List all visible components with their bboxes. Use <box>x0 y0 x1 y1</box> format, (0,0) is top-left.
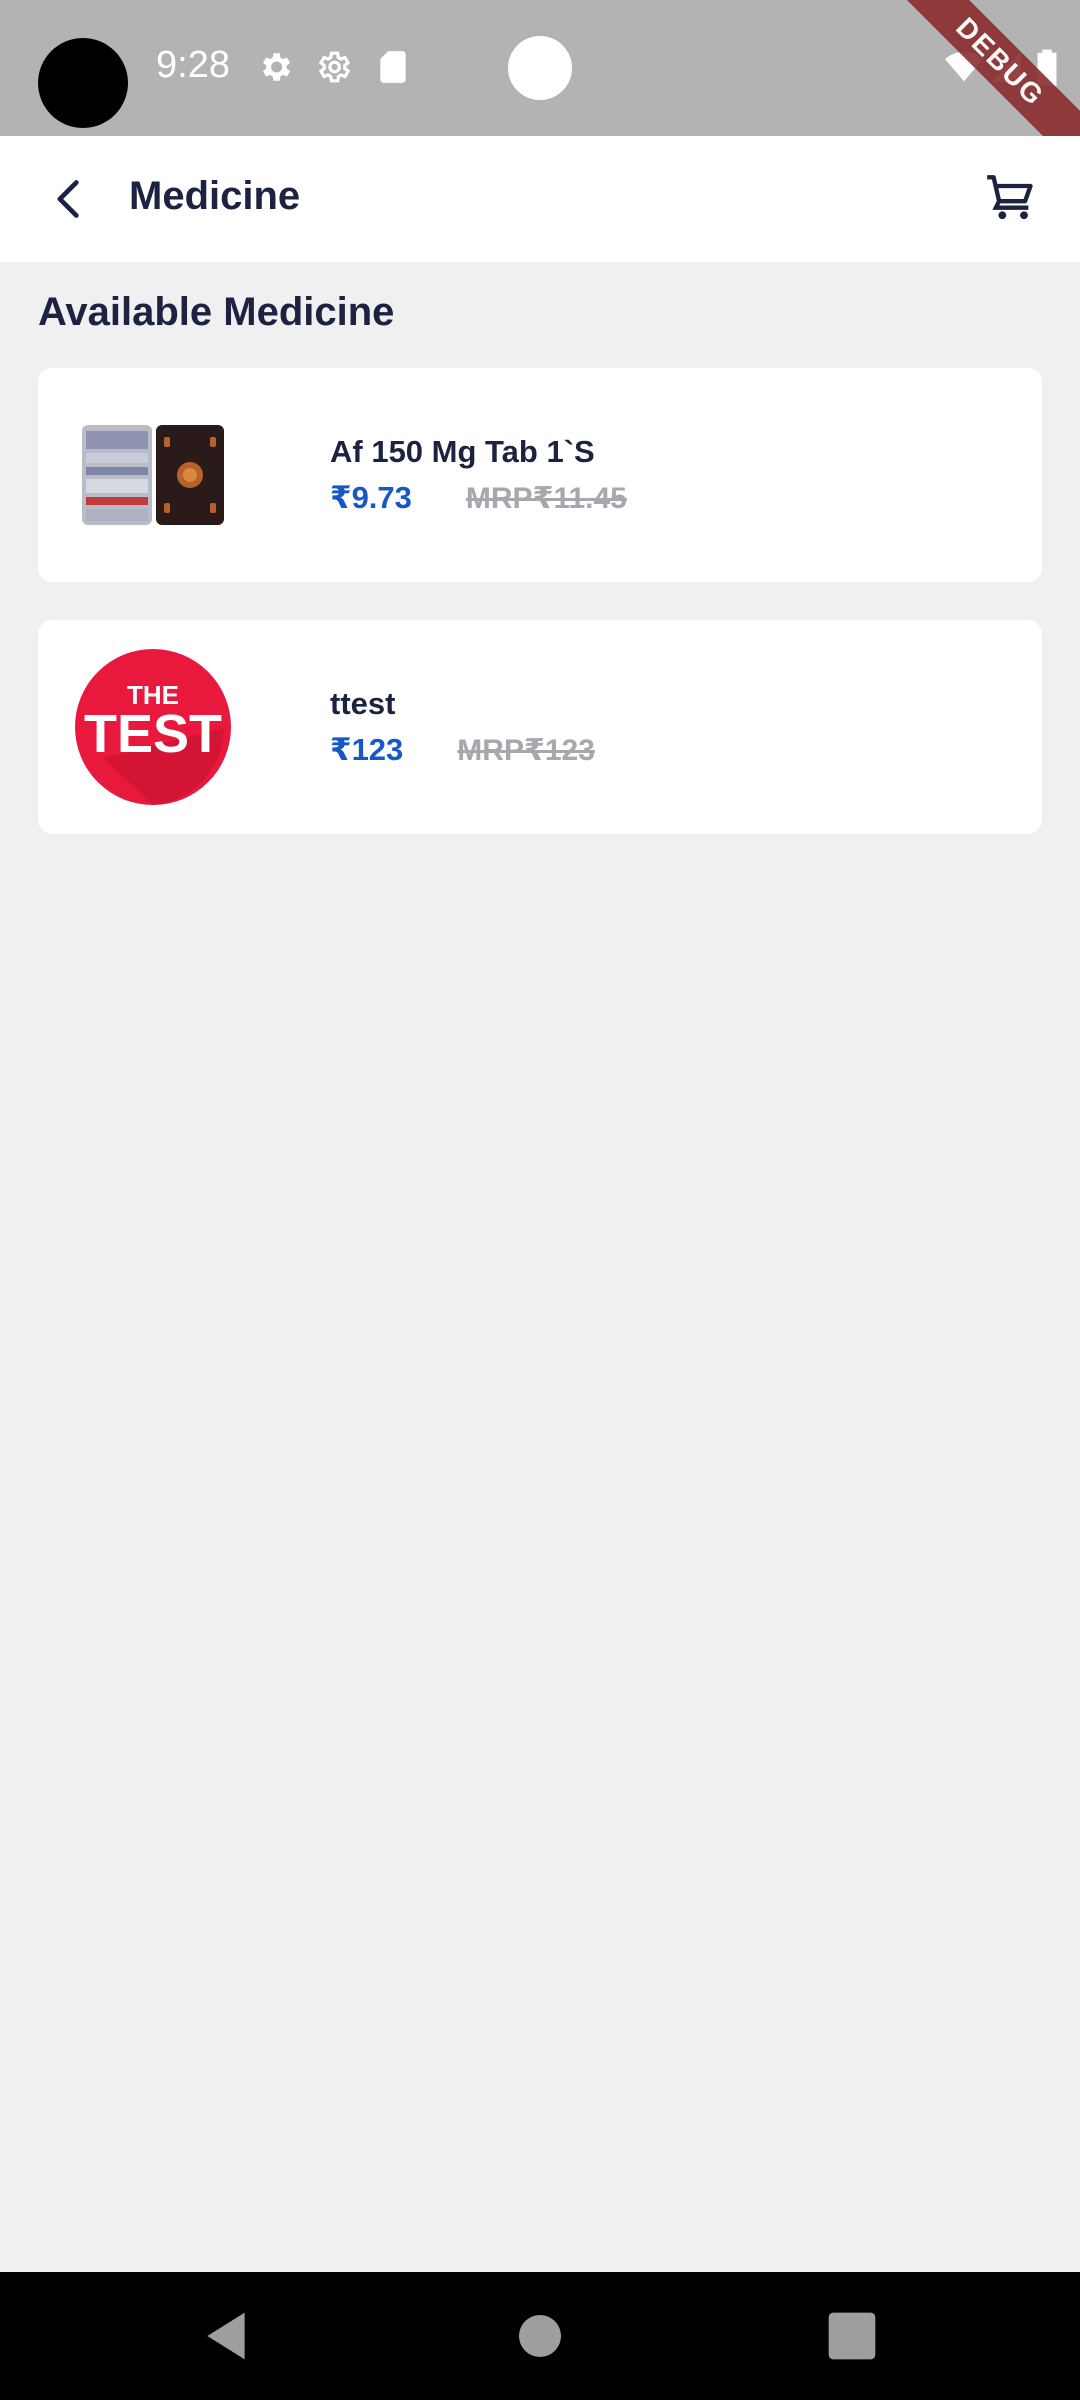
mrp-price: MRP₹11.45 <box>465 482 627 515</box>
mrp-price: MRP₹123 <box>457 734 595 767</box>
price-row: ₹9.73 MRP₹11.45 <box>330 480 627 516</box>
nav-recents-icon[interactable] <box>824 2308 880 2364</box>
sd-card-icon <box>380 51 406 83</box>
cart-icon <box>987 175 1033 220</box>
status-time: 9:28 <box>156 44 230 86</box>
app-bar: Medicine <box>0 136 1080 262</box>
the-test-logo: THE TEST <box>74 648 232 806</box>
notch-indicator <box>508 36 572 100</box>
tablet-strip-image <box>74 396 232 554</box>
medicine-card[interactable]: THE TEST ttest ₹123 MRP₹123 <box>38 620 1042 834</box>
status-bar: 9:28 DEBUG <box>0 0 1080 136</box>
camera-cutout <box>38 38 128 128</box>
medicine-card[interactable]: Af 150 Mg Tab 1`S ₹9.73 MRP₹11.45 <box>38 368 1042 582</box>
price-row: ₹123 MRP₹123 <box>330 732 595 768</box>
system-nav-bar <box>0 2272 1080 2400</box>
nav-home-icon[interactable] <box>512 2308 568 2364</box>
section-title: Available Medicine <box>38 290 395 334</box>
settings-alt-icon <box>318 51 351 83</box>
price: ₹123 <box>330 732 404 767</box>
nav-back-icon[interactable] <box>198 2308 254 2364</box>
back-arrow-icon <box>57 180 79 218</box>
settings-icon <box>262 53 291 81</box>
price: ₹9.73 <box>330 480 412 515</box>
back-button[interactable] <box>30 160 108 238</box>
cart-button[interactable] <box>972 160 1050 238</box>
medicine-name: ttest <box>330 686 396 721</box>
medicine-name: Af 150 Mg Tab 1`S <box>330 434 595 469</box>
page-title: Medicine <box>129 174 301 218</box>
svg-text:TEST: TEST <box>84 704 222 764</box>
